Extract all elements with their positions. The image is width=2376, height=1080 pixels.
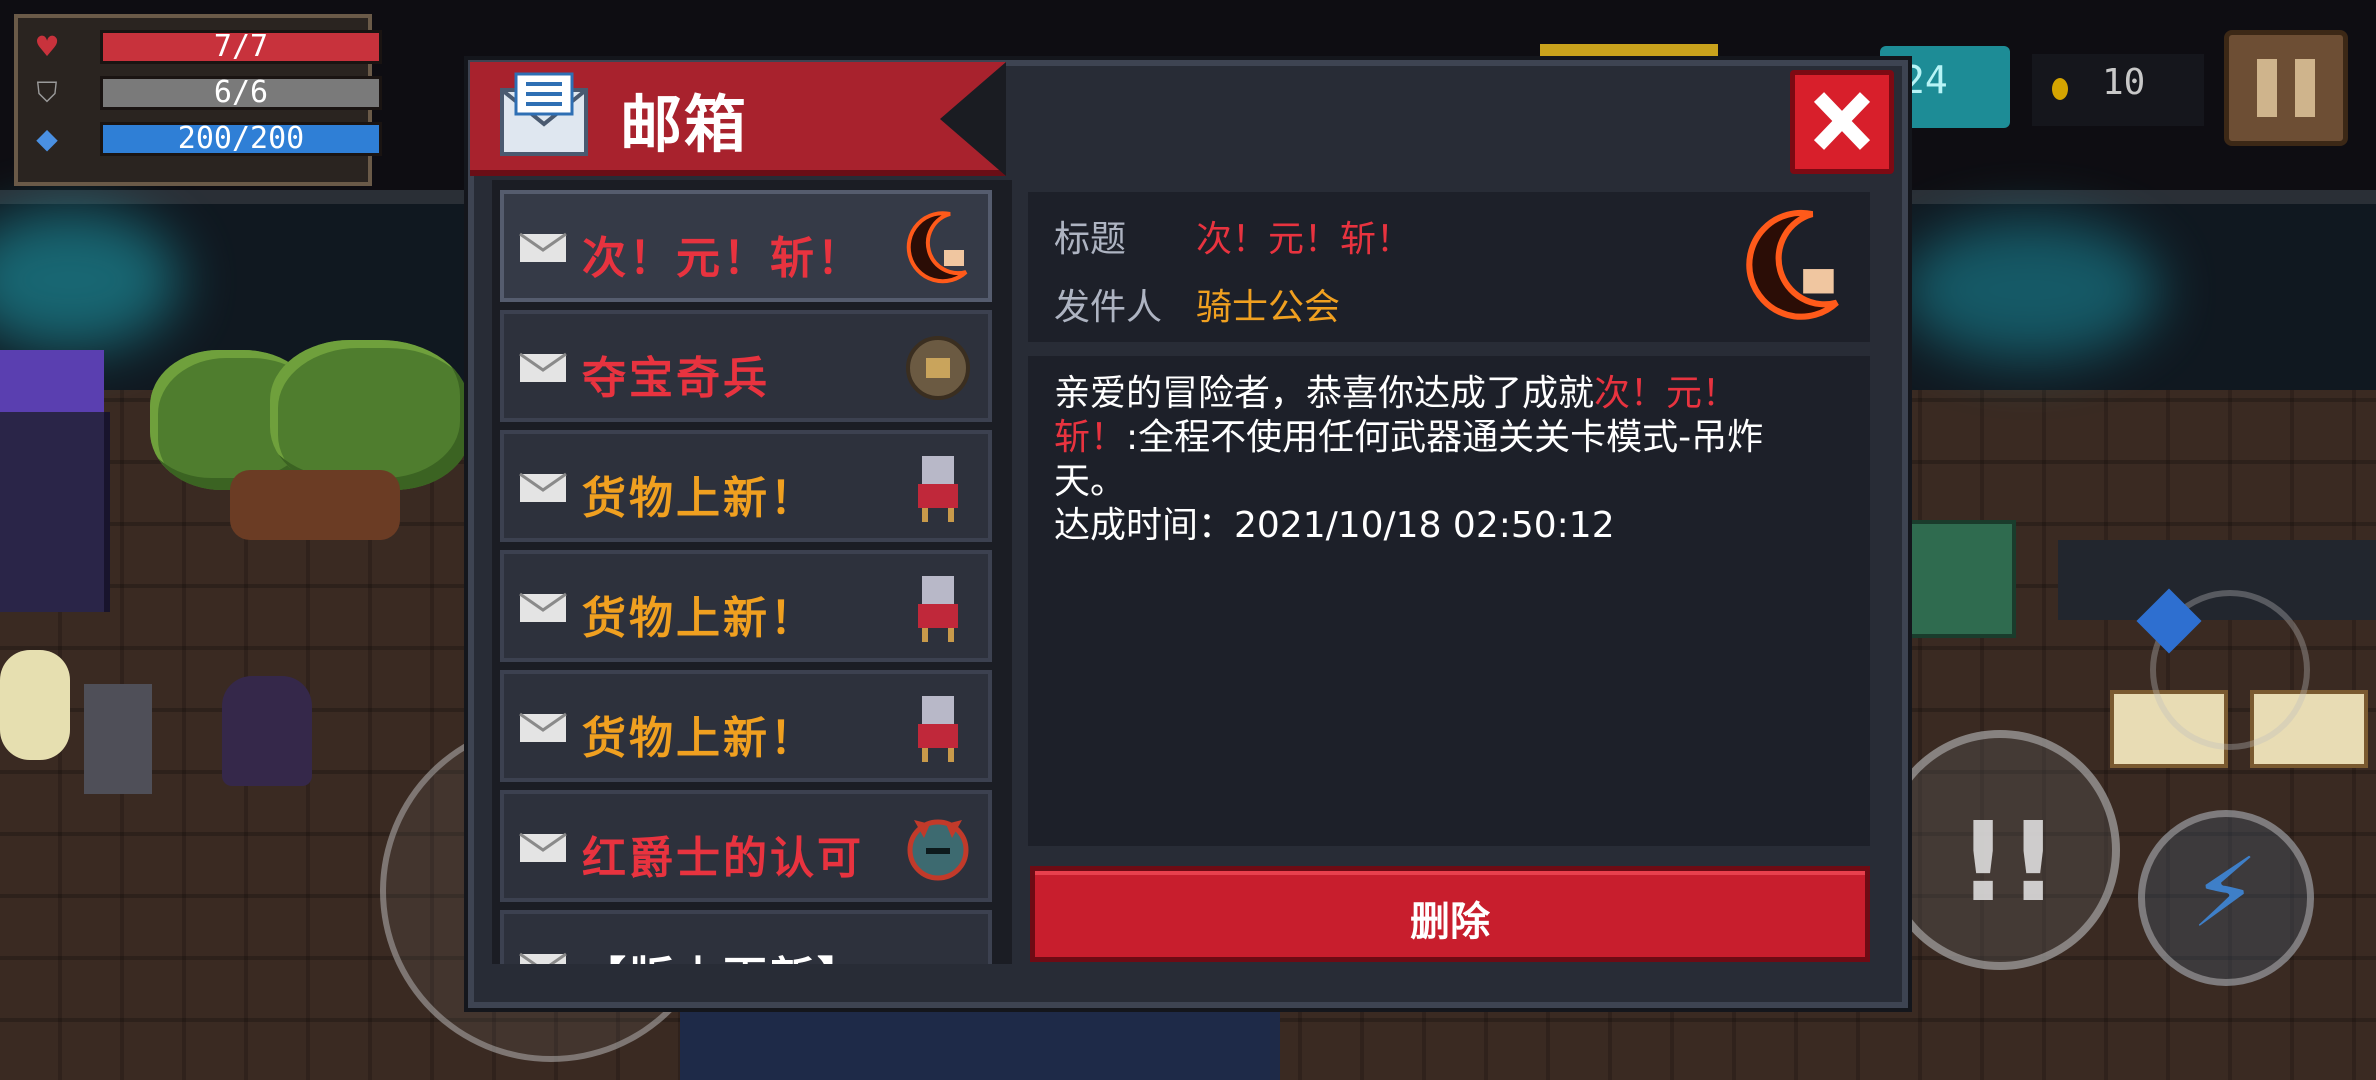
- mail-item-title: 货物上新！: [582, 713, 817, 764]
- coin-count: 10: [2102, 62, 2146, 103]
- diamond-icon: ◆: [36, 122, 58, 155]
- weapon-swap-button[interactable]: [2136, 588, 2310, 750]
- crescent-blade-icon: [1746, 209, 1839, 320]
- mail-item-title: 货物上新！: [582, 473, 817, 524]
- bush: [270, 340, 470, 490]
- sender-value: 骑士公会: [1196, 287, 1341, 328]
- player-stats-panel: ♥ 7/7 ⛉ 6/6 ◆ 200/200: [14, 14, 382, 186]
- envelope-icon: [519, 472, 567, 502]
- npc-witch: [222, 676, 312, 786]
- envelope-icon: [519, 352, 567, 382]
- health-row: ♥ 7/7: [28, 28, 382, 66]
- mail-item[interactable]: 【版本更新】: [500, 910, 992, 964]
- easel: [84, 684, 152, 794]
- merchant-icon: [918, 696, 958, 762]
- pause-icon: [2257, 59, 2277, 117]
- mail-item-title: 夺宝奇兵: [582, 353, 770, 404]
- wall-glow: [1900, 220, 2160, 360]
- ribbon-notch: [940, 62, 1006, 176]
- mail-item-title: 货物上新！: [582, 593, 817, 644]
- mailbox-title: 邮箱: [620, 88, 749, 161]
- armor-row: ⛉ 6/6: [28, 74, 382, 112]
- coin-icon: [2052, 78, 2068, 100]
- heart-icon: ♥: [34, 30, 60, 63]
- shield-icon: ⛉: [36, 76, 58, 109]
- mail-item[interactable]: 货物上新！: [500, 430, 992, 542]
- lightning-icon: ⚡: [2191, 837, 2259, 949]
- mail-item-title: 次！元！斩！: [582, 233, 864, 284]
- energy-row: ◆ 200/200: [28, 120, 382, 158]
- pause-button[interactable]: [2224, 30, 2348, 146]
- title-label: 标题: [1054, 219, 1127, 260]
- mail-item[interactable]: 夺宝奇兵: [500, 310, 992, 422]
- pause-icon-bar: [2295, 59, 2315, 117]
- mail-body: 亲爱的冒险者，恭喜你达成了成就次！元！斩！:全程不使用任何武器通关关卡模式-吊炸…: [1028, 356, 1870, 846]
- mail-item[interactable]: 货物上新！: [500, 550, 992, 662]
- treasure-orb-icon: [906, 336, 970, 400]
- mail-list[interactable]: 次！元！斩！ 夺宝奇兵 货物上新！ 货物上新！ 货物上新！ 红爵士的认可 【版本…: [492, 180, 1012, 964]
- delete-label: 删除: [1410, 899, 1490, 945]
- close-button[interactable]: [1790, 70, 1894, 174]
- mail-detail-header: 标题 次！元！斩！ 发件人 骑士公会: [1028, 192, 1870, 342]
- achieved-time: 达成时间：2021/10/18 02:50:12: [1054, 505, 1615, 546]
- vending-machine-top: [0, 350, 104, 412]
- mail-item-title: 【版本更新】: [582, 942, 864, 964]
- red-knight-helmet-icon: [907, 819, 969, 881]
- mail-item[interactable]: 红爵士的认可: [500, 790, 992, 902]
- skill-button[interactable]: ⚡: [2138, 810, 2314, 986]
- merchant-icon: [918, 576, 958, 642]
- floor-rug: [680, 1000, 1280, 1080]
- envelope-icon: [519, 952, 567, 964]
- crescent-blade-icon: [906, 211, 968, 284]
- interact-button[interactable]: !!: [1880, 730, 2120, 970]
- body-prefix: 亲爱的冒险者，恭喜你达成了成就: [1054, 373, 1595, 414]
- mail-item[interactable]: 次！元！斩！: [500, 190, 992, 302]
- armor-bar: 6/6: [100, 76, 382, 110]
- envelope-icon: [519, 712, 567, 742]
- vending-machine: [0, 412, 110, 612]
- envelope-icon: [519, 592, 567, 622]
- mail-body-text: 亲爱的冒险者，恭喜你达成了成就次！元！斩！:全程不使用任何武器通关关卡模式-吊炸…: [1054, 372, 1814, 548]
- mail-title-value: 次！元！斩！: [1196, 219, 1413, 260]
- close-icon: [1813, 92, 1871, 150]
- npc-character: [0, 650, 70, 760]
- body-suffix: :全程不使用任何武器通关关卡模式-吊炸天。: [1054, 417, 1764, 502]
- health-bar: 7/7: [100, 30, 382, 64]
- mail-item-title: 红爵士的认可: [582, 833, 864, 884]
- energy-bar: 200/200: [100, 122, 382, 156]
- green-cabinet: [1908, 520, 2016, 638]
- exclamation-icon: !!: [1958, 798, 2059, 926]
- tree-stump: [230, 470, 400, 540]
- coin-counter: 10: [2032, 54, 2204, 126]
- delete-button[interactable]: 删除: [1030, 866, 1870, 962]
- gem-count: 24: [1902, 58, 1948, 102]
- merchant-icon: [918, 456, 958, 522]
- envelope-icon: [519, 832, 567, 862]
- sender-label: 发件人: [1054, 287, 1163, 328]
- envelope-icon: [519, 232, 567, 262]
- mail-item[interactable]: 货物上新！: [500, 670, 992, 782]
- mail-icon: [500, 72, 588, 156]
